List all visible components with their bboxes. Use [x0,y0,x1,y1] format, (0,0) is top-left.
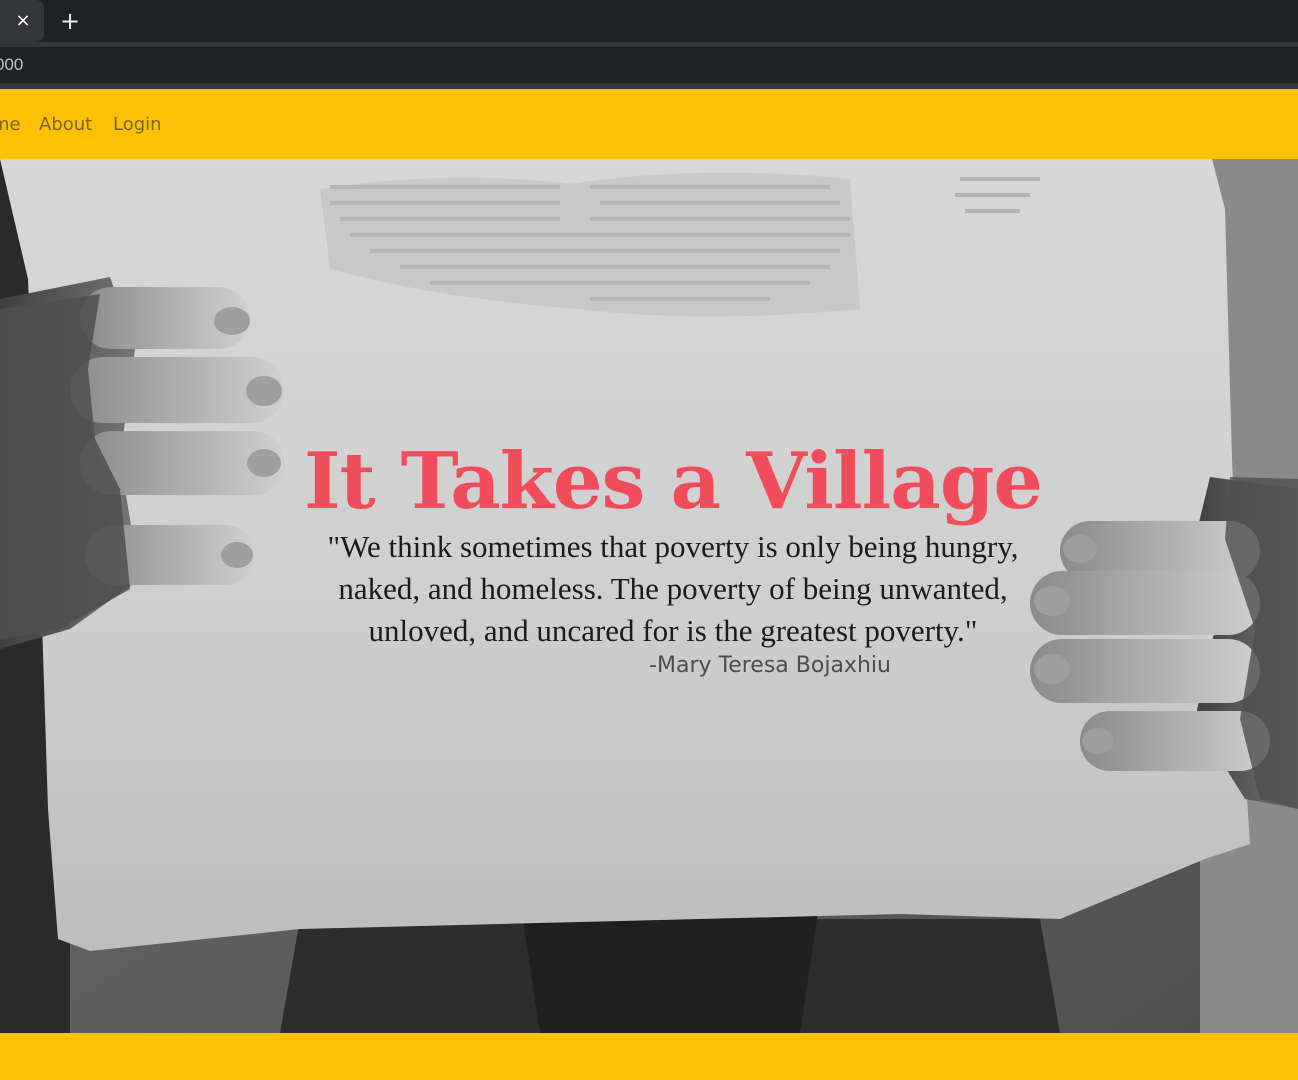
footer-strip [0,1033,1298,1080]
address-bar[interactable]: 000 [0,47,1298,83]
hero-section: It Takes a Village "We think sometimes t… [0,159,1298,1033]
nav-link-login[interactable]: Login [113,113,162,137]
active-tab[interactable]: × [0,0,44,42]
address-text: 000 [0,55,24,74]
hero-title: It Takes a Village [304,436,1043,528]
quote-author: -Mary Teresa Bojaxhiu [649,653,891,678]
hero-quote: "We think sometimes that poverty is only… [327,529,1019,648]
browser-tab-strip: × + [0,0,1298,42]
new-tab-icon[interactable]: + [58,9,82,33]
close-tab-icon[interactable]: × [11,9,35,33]
nav-link-home[interactable]: me [0,113,21,137]
browser-toolbar: 000 [0,42,1298,89]
nav-link-about[interactable]: About [39,113,92,137]
site-navbar: me About Login [0,89,1298,159]
